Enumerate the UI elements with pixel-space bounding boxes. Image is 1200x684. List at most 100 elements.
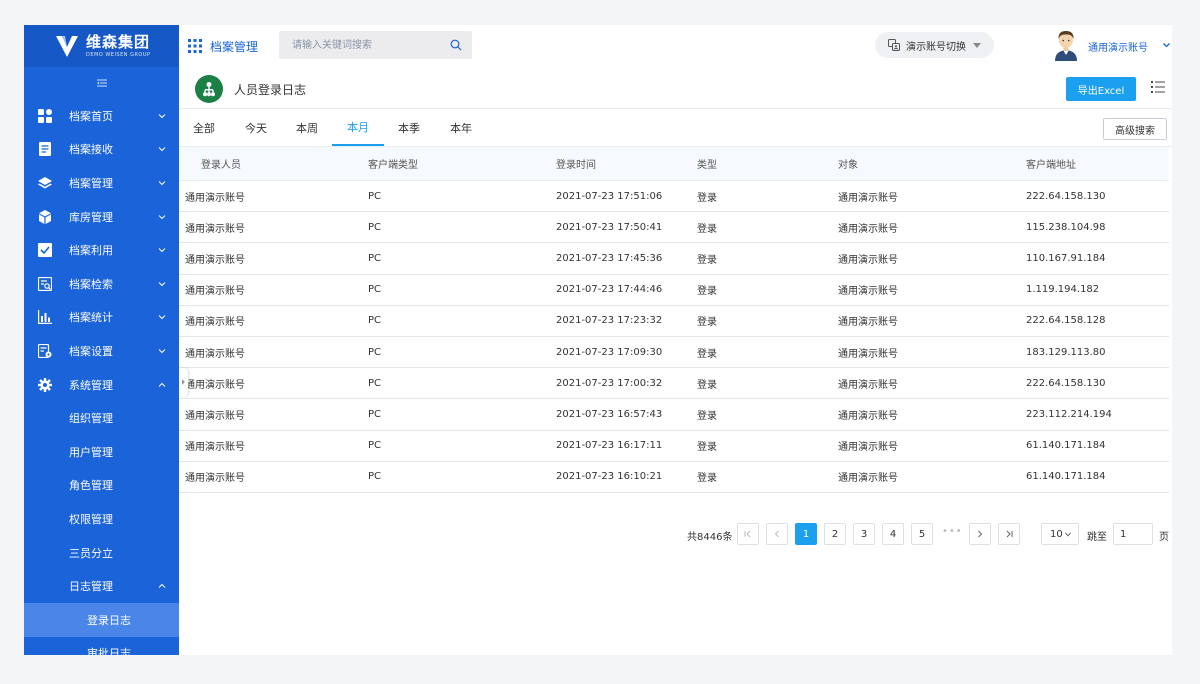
avatar[interactable] (1053, 29, 1079, 61)
tab-this-month[interactable]: 本月 (332, 109, 384, 146)
sidebar-item-label: 档案利用 (69, 244, 113, 258)
column-header[interactable]: 类型 (697, 156, 838, 171)
cell-type: 登录 (697, 223, 717, 235)
sidebar-subitem-label: 日志管理 (69, 580, 113, 594)
table-row[interactable]: 通用演示账号 PC 2021-07-23 17:44:46 登录 通用演示账号 1.119… (179, 275, 1169, 306)
column-header[interactable]: 客户端地址 (1026, 156, 1166, 171)
sidebar-subitem-label: 权限管理 (69, 512, 113, 526)
table-row[interactable]: 通用演示账号 PC 2021-07-23 16:57:43 登录 通用演示账号 223.1… (179, 399, 1169, 431)
page-button[interactable]: 2 (824, 523, 846, 545)
sidebar-subitem-label: 审批日志 (87, 647, 131, 655)
cell-type: 登录 (697, 317, 717, 329)
sidebar-item-archive-stats[interactable]: 档案统计 (24, 301, 179, 335)
sidebar-item-warehouse[interactable]: 库房管理 (24, 200, 179, 234)
page-button[interactable]: 4 (882, 523, 904, 545)
brand-subtitle: DEMO WEISEN GROUP (86, 51, 151, 58)
chevron-down-icon (158, 315, 166, 320)
main-content: 人员登录日志 导出Excel 全部 今天 本周 本月 本季 本年 高级搜索 登录… (179, 67, 1172, 655)
page-button[interactable]: 5 (911, 523, 933, 545)
search-icon[interactable] (450, 39, 462, 51)
advanced-search-button[interactable]: 高级搜索 (1103, 118, 1167, 140)
table-row[interactable]: 通用演示账号 PC 2021-07-23 16:17:11 登录 通用演示账号 61.14… (179, 431, 1169, 462)
cell-login-time: 2021-07-23 16:17:11 (556, 440, 663, 452)
checklist-icon (38, 243, 52, 258)
sidebar-toggle-handle[interactable] (179, 368, 188, 396)
sidebar-item-archive-home[interactable]: 档案首页 (24, 99, 179, 133)
sidebar-item-archive-manage[interactable]: 档案管理 (24, 166, 179, 200)
sidebar-subitem-separation[interactable]: 三员分立 (24, 536, 179, 570)
table-row[interactable]: 通用演示账号 PC 2021-07-23 17:51:06 登录 通用演示账号 222.6… (179, 181, 1169, 213)
login-log-table: 登录人员 客户端类型 登录时间 类型 对象 客户端地址 通用演示账号 PC 2021… (179, 147, 1169, 493)
page-ellipsis[interactable]: ••• (942, 526, 963, 537)
cell-user: 通用演示账号 (185, 410, 245, 422)
table-row[interactable]: 通用演示账号 PC 2021-07-23 17:09:30 登录 通用演示账号 183.1… (179, 337, 1169, 369)
sidebar-subitem-users[interactable]: 用户管理 (24, 435, 179, 469)
sidebar-subitem-label: 三员分立 (69, 546, 113, 560)
page-size-select[interactable]: 10 (1041, 523, 1079, 545)
chevron-down-icon[interactable] (1162, 41, 1171, 49)
sidebar-subitem-permissions[interactable]: 权限管理 (24, 502, 179, 536)
sidebar-item-archive-settings[interactable]: 档案设置 (24, 334, 179, 368)
page-unit-label: 页 (1159, 532, 1169, 543)
table-row[interactable]: 通用演示账号 PC 2021-07-23 17:45:36 登录 通用演示账号 110.1… (179, 243, 1169, 275)
sidebar-item-archive-use[interactable]: 档案利用 (24, 233, 179, 267)
sidebar-subitem-roles[interactable]: 角色管理 (24, 469, 179, 503)
column-header[interactable]: 登录人员 (179, 156, 368, 171)
sidebar-collapse-button[interactable] (24, 67, 179, 99)
sidebar-item-label: 档案设置 (69, 344, 113, 358)
chevron-down-icon (158, 349, 166, 354)
tab-this-quarter[interactable]: 本季 (390, 109, 428, 146)
cell-client-address: 61.140.171.184 (1026, 440, 1106, 452)
chevron-down-icon (158, 248, 166, 253)
sidebar-subitem-label: 登录日志 (87, 613, 131, 627)
cell-target: 通用演示账号 (838, 317, 898, 329)
sidebar-subitem-log-manage[interactable]: 日志管理 (24, 569, 179, 603)
sidebar-subitem-label: 用户管理 (69, 445, 113, 459)
app-grid-icon[interactable] (188, 39, 202, 53)
first-page-icon (744, 530, 751, 538)
goto-page-input[interactable] (1113, 523, 1153, 545)
export-excel-button[interactable]: 导出Excel (1066, 77, 1136, 101)
pagination: 共8446条 1 2 3 4 5 ••• 10 跳至 1 页 (179, 523, 1172, 545)
sidebar-item-label: 档案首页 (69, 109, 113, 123)
sidebar-subitem-login-log[interactable]: 登录日志 (24, 602, 179, 637)
column-header[interactable]: 对象 (838, 156, 1026, 171)
sidebar-subitem-approval-log[interactable]: 审批日志 (24, 637, 179, 655)
user-name[interactable]: 通用演示账号 (1088, 39, 1148, 54)
bar-chart-icon (38, 310, 52, 325)
last-page-button[interactable] (998, 523, 1020, 545)
sidebar-item-system-manage[interactable]: 系统管理 (24, 368, 179, 402)
tab-this-week[interactable]: 本周 (288, 109, 326, 146)
sidebar-item-label: 档案管理 (69, 176, 113, 190)
table-row[interactable]: 通用演示账号 PC 2021-07-23 17:50:41 登录 通用演示账号 115.2… (179, 212, 1169, 244)
switch-account-button[interactable]: 演示账号切换 (875, 32, 994, 58)
sidebar-item-archive-search[interactable]: 档案检索 (24, 267, 179, 301)
table-row[interactable]: 通用演示账号 PC 2021-07-23 17:23:32 登录 通用演示账号 222.6… (179, 306, 1169, 337)
tab-all[interactable]: 全部 (185, 109, 223, 146)
org-tree-icon (195, 75, 223, 103)
tab-this-year[interactable]: 本年 (442, 109, 480, 146)
cell-client-type: PC (368, 284, 382, 296)
column-header[interactable]: 登录时间 (556, 156, 697, 171)
search-input[interactable] (279, 31, 439, 59)
sidebar-subitem-org[interactable]: 组织管理 (24, 401, 179, 435)
sidebar-item-archive-receive[interactable]: 档案接收 (24, 133, 179, 167)
table-row[interactable]: 通用演示账号 PC 2021-07-23 16:10:21 登录 通用演示账号 61.14… (179, 462, 1169, 493)
chevron-down-icon (158, 214, 166, 219)
page-title: 人员登录日志 (234, 83, 307, 97)
cell-login-time: 2021-07-23 17:23:32 (556, 315, 663, 327)
page-button[interactable]: 1 (795, 523, 817, 545)
first-page-button[interactable] (737, 523, 759, 545)
cell-type: 登录 (697, 442, 717, 454)
table-row[interactable]: 通用演示账号 PC 2021-07-23 17:00:32 登录 通用演示账号 222.6… (179, 368, 1169, 400)
brand-name: 维森集团 (86, 32, 151, 51)
list-view-icon[interactable] (1151, 81, 1165, 93)
last-page-icon (1006, 530, 1013, 538)
column-header[interactable]: 客户端类型 (368, 156, 556, 171)
page-button[interactable]: 3 (853, 523, 875, 545)
next-page-button[interactable] (969, 523, 991, 545)
prev-page-button[interactable] (766, 523, 788, 545)
brand-logo[interactable]: 维森集团 DEMO WEISEN GROUP (24, 25, 179, 67)
tab-today[interactable]: 今天 (237, 109, 275, 146)
cell-type: 登录 (697, 348, 717, 360)
